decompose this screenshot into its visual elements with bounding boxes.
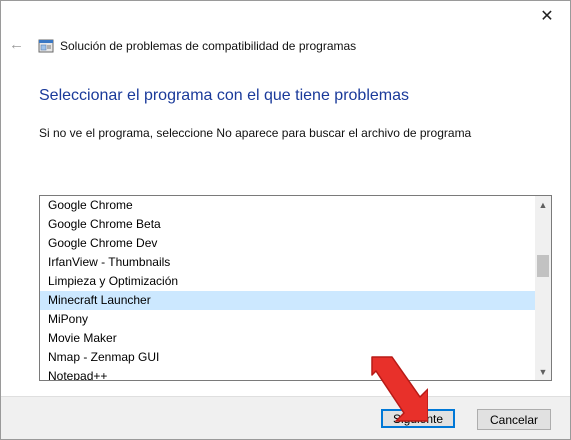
troubleshooter-window: ✕ ← Solución de problemas de compatibili… [0, 0, 571, 440]
list-item[interactable]: Nmap - Zenmap GUI [40, 348, 535, 367]
list-item[interactable]: IrfanView - Thumbnails [40, 253, 535, 272]
cancel-button[interactable]: Cancelar [477, 409, 551, 430]
list-item[interactable]: Limpieza y Optimización [40, 272, 535, 291]
back-arrow-icon[interactable]: ← [9, 37, 25, 53]
next-button[interactable]: Siguiente [381, 409, 455, 428]
list-item[interactable]: Minecraft Launcher [40, 291, 535, 310]
instruction-text: Si no ve el programa, seleccione No apar… [39, 126, 472, 140]
list-item[interactable]: MiPony [40, 310, 535, 329]
title-bar: ← Solución de problemas de compatibilida… [1, 31, 570, 61]
window-title: Solución de problemas de compatibilidad … [60, 39, 357, 53]
close-icon: ✕ [540, 8, 554, 25]
scroll-thumb[interactable] [537, 255, 549, 277]
list-item[interactable]: Google Chrome Dev [40, 234, 535, 253]
page-heading: Seleccionar el programa con el que tiene… [39, 87, 409, 104]
vertical-scrollbar[interactable]: ▲ ▼ [535, 196, 551, 380]
footer-bar: Siguiente Cancelar [1, 396, 570, 439]
program-list[interactable]: Google Chrome Google Chrome Beta Google Ch… [39, 195, 552, 381]
scroll-up-icon[interactable]: ▲ [535, 196, 551, 213]
list-item[interactable]: Google Chrome Beta [40, 215, 535, 234]
scroll-down-icon[interactable]: ▼ [535, 363, 551, 380]
program-list-items: Google Chrome Google Chrome Beta Google Ch… [40, 196, 535, 380]
list-item[interactable]: Notepad++ [40, 367, 535, 380]
compatibility-troubleshooter-icon [38, 39, 54, 53]
list-item[interactable]: Google Chrome [40, 196, 535, 215]
close-button[interactable]: ✕ [524, 1, 570, 31]
list-item[interactable]: Movie Maker [40, 329, 535, 348]
